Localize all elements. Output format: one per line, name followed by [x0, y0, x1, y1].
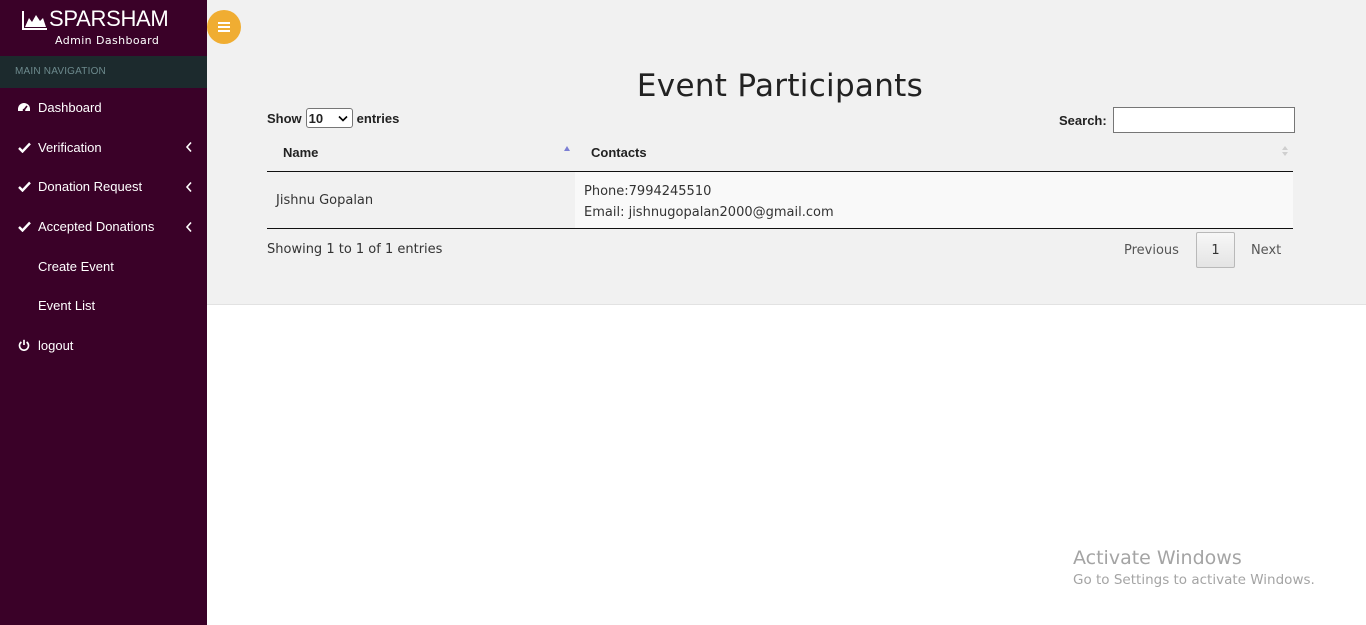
chevron-left-icon	[185, 142, 192, 153]
cell-contacts: Phone:7994245510 Email: jishnugopalan200…	[575, 172, 1293, 228]
sidebar: SPARSHAM Admin Dashboard MAIN NAVIGATION…	[0, 0, 207, 625]
pagination: Previous 1 Next	[1111, 232, 1296, 268]
search-input[interactable]	[1112, 107, 1295, 133]
search-label: Search:	[1059, 112, 1107, 128]
previous-page-button[interactable]: Previous	[1111, 243, 1196, 258]
entries-label: entries	[356, 110, 400, 126]
sidebar-item-label: Create Event	[38, 258, 114, 274]
sidebar-toggle-button[interactable]	[207, 10, 241, 44]
participants-table: Name Contacts Jishnu Gopalan Phone:79942…	[267, 135, 1293, 229]
column-header-label: Name	[283, 145, 319, 160]
page-title: Event Participants	[636, 68, 924, 104]
sidebar-item-label: Donation Request	[38, 179, 143, 195]
table-row: Jishnu Gopalan Phone:7994245510 Email: j…	[267, 172, 1293, 229]
sidebar-item-verification[interactable]: Verification	[0, 128, 207, 168]
sidebar-item-label: Accepted Donations	[38, 219, 155, 235]
sidebar-item-logout[interactable]: logout	[0, 326, 207, 366]
activation-watermark: Activate Windows Go to Settings to activ…	[1073, 547, 1315, 588]
page-length-control: Show 10 entries	[267, 108, 399, 128]
page-length-select[interactable]: 10	[305, 108, 353, 128]
next-page-button[interactable]: Next	[1235, 243, 1296, 258]
sidebar-item-label: logout	[38, 337, 74, 353]
sidebar-item-label: Dashboard	[38, 100, 102, 116]
column-header-label: Contacts	[591, 145, 647, 160]
brand-subtitle: Admin Dashboard	[55, 34, 160, 47]
sidebar-item-event-list[interactable]: Event List	[0, 286, 207, 326]
check-icon	[17, 140, 31, 154]
sidebar-item-accepted-donations[interactable]: Accepted Donations	[0, 207, 207, 247]
check-icon	[17, 180, 31, 194]
sidebar-item-create-event[interactable]: Create Event	[0, 246, 207, 286]
chevron-down-icon	[338, 115, 348, 122]
contact-phone: Phone:7994245510	[584, 184, 712, 199]
sidebar-item-label: Event List	[38, 298, 96, 314]
chevron-left-icon	[185, 221, 192, 232]
contact-email: Email: jishnugopalan2000@gmail.com	[584, 205, 834, 220]
sort-asc-icon	[564, 146, 570, 151]
page-1-button[interactable]: 1	[1195, 232, 1235, 268]
column-header-name[interactable]: Name	[267, 135, 575, 171]
hamburger-icon	[218, 22, 230, 32]
power-icon	[17, 338, 31, 352]
watermark-subtitle: Go to Settings to activate Windows.	[1073, 572, 1315, 588]
column-header-contacts[interactable]: Contacts	[575, 135, 1293, 171]
page-length-value: 10	[308, 110, 324, 126]
nav-header: MAIN NAVIGATION	[0, 56, 207, 88]
brand-name: SPARSHAM	[49, 6, 169, 31]
show-label: Show	[267, 110, 302, 126]
watermark-title: Activate Windows	[1073, 547, 1242, 569]
check-icon	[17, 220, 31, 234]
table-info: Showing 1 to 1 of 1 entries	[267, 242, 443, 257]
sidebar-item-label: Verification	[38, 139, 102, 155]
brand[interactable]: SPARSHAM Admin Dashboard	[0, 0, 207, 56]
main-content: Event Participants Show 10 entries Searc…	[207, 0, 1366, 305]
cell-name: Jishnu Gopalan	[267, 172, 575, 228]
search-control: Search:	[1059, 107, 1295, 133]
dashboard-icon	[17, 101, 31, 115]
sidebar-item-donation-request[interactable]: Donation Request	[0, 167, 207, 207]
sort-both-icon	[1282, 146, 1288, 156]
chevron-left-icon	[185, 181, 192, 193]
mountain-logo-icon	[22, 11, 47, 30]
sidebar-item-dashboard[interactable]: Dashboard	[0, 88, 207, 128]
table-header: Name Contacts	[267, 135, 1293, 172]
